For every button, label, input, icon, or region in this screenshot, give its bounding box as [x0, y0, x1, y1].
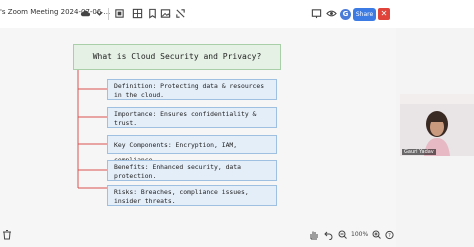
board-icon[interactable]	[311, 8, 322, 19]
undo-icon[interactable]	[324, 230, 333, 240]
frame-icon[interactable]	[114, 8, 125, 19]
close-button[interactable]: ✕	[378, 8, 390, 20]
zoom-in-icon[interactable]	[372, 230, 381, 240]
mindmap-node-risks[interactable]: Risks: Breaches, compliance issues, insi…	[107, 185, 277, 206]
svg-text:?: ?	[388, 233, 391, 239]
whiteboard-canvas[interactable]: What is Cloud Security and Privacy? Defi…	[0, 28, 396, 247]
trash-icon[interactable]	[2, 229, 12, 240]
zoom-out-icon[interactable]	[338, 230, 347, 240]
toolbar-divider	[108, 8, 109, 20]
help-icon[interactable]: ?	[385, 230, 394, 240]
hand-icon[interactable]	[309, 230, 318, 240]
mindmap-node-key-components[interactable]: Key Components: Encryption, IAM, complia…	[107, 135, 277, 164]
mindmap-node-importance[interactable]: Importance: Ensures confidentiality & tr…	[107, 107, 277, 128]
zoom-level: 100%	[351, 231, 369, 238]
participant-avatar	[400, 94, 474, 156]
adjust-icon[interactable]	[175, 8, 186, 19]
participant-video[interactable]	[400, 94, 474, 156]
bookmark-icon[interactable]	[147, 8, 158, 19]
mindmap-node-benefits[interactable]: Benefits: Enhanced security, data protec…	[107, 160, 277, 181]
participant-name: Gauri Yadav	[402, 149, 436, 155]
mindmap-node-definition[interactable]: Definition: Protecting data & resources …	[107, 79, 277, 100]
share-button[interactable]: Share	[353, 8, 376, 21]
bottom-toolbar	[0, 226, 396, 247]
image-icon[interactable]	[160, 8, 171, 19]
avatar[interactable]: G	[340, 9, 351, 20]
top-toolbar: 's Zoom Meeting 2024-07-06 ... G Share ✕	[0, 0, 474, 28]
cloud-icon[interactable]	[80, 8, 91, 19]
eye-icon[interactable]	[326, 8, 337, 19]
grid-icon[interactable]	[132, 8, 143, 19]
mindmap-root-node[interactable]: What is Cloud Security and Privacy?	[73, 44, 281, 70]
chevron-down-icon[interactable]	[94, 8, 105, 19]
